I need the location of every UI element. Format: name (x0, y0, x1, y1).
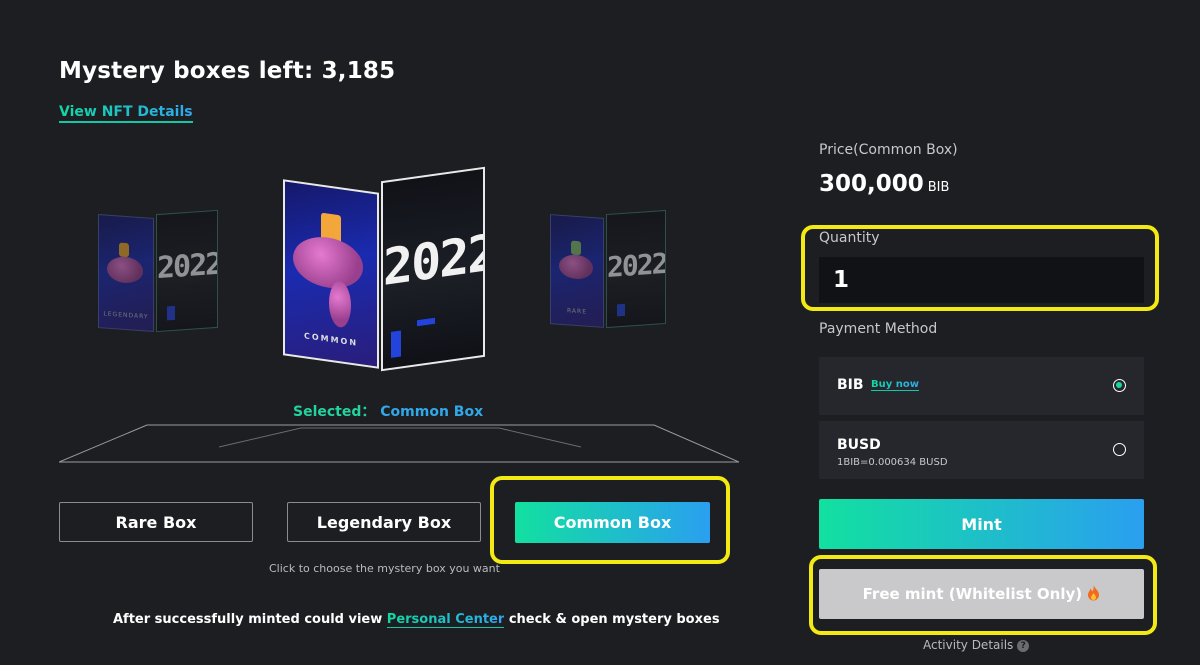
payment-option-bib[interactable]: BIB Buy now (819, 357, 1144, 415)
price-value: 300,000 (819, 171, 924, 197)
view-nft-details-link[interactable]: View NFT Details (59, 104, 193, 123)
price-display: 300,000 BIB (819, 171, 949, 197)
activity-details-label: Activity Details (923, 638, 1014, 652)
page-title: Mystery boxes left: 3,185 (59, 58, 396, 84)
price-unit: BIB (927, 180, 950, 195)
rare-box-year: 2022 (607, 246, 666, 285)
footer-prefix: After successfully minted could view (113, 612, 387, 627)
common-box-year: 2022 (383, 223, 485, 298)
radio-bib[interactable] (1113, 379, 1126, 392)
common-box-image[interactable]: COMMON 2022 (283, 166, 485, 372)
payment-method-label: Payment Method (819, 321, 938, 337)
legendary-box-caption: LEGENDARY (103, 310, 149, 321)
common-box-caption: COMMON (303, 331, 359, 348)
choose-box-hint: Click to choose the mystery box you want (269, 562, 500, 575)
question-icon: ? (1017, 639, 1030, 652)
buy-now-link[interactable]: Buy now (871, 379, 919, 391)
footer-note: After successfully minted could view Per… (113, 612, 720, 628)
mint-button[interactable]: Mint (819, 499, 1144, 549)
box-platform-outline (59, 424, 739, 463)
busd-rate: 1BIB=0.000634 BUSD (837, 457, 948, 468)
selected-value: Common Box (380, 404, 484, 420)
radio-busd[interactable] (1113, 443, 1126, 456)
personal-center-link[interactable]: Personal Center (386, 612, 505, 628)
highlight-free-mint (809, 555, 1157, 635)
payment-option-busd[interactable]: BUSD 1BIB=0.000634 BUSD (819, 421, 1144, 479)
price-label: Price(Common Box) (819, 142, 958, 158)
footer-suffix: check & open mystery boxes (504, 612, 720, 627)
rare-box-button[interactable]: Rare Box (59, 502, 253, 542)
highlight-common-box (490, 476, 730, 564)
payment-name-busd: BUSD (837, 437, 881, 453)
rare-box-caption: RARE (567, 307, 587, 316)
activity-details-link[interactable]: Activity Details? (923, 638, 1030, 652)
highlight-quantity (801, 225, 1159, 311)
legendary-box-button[interactable]: Legendary Box (287, 502, 481, 542)
selected-box-text: Selected： Common Box (293, 401, 483, 421)
selected-label: Selected： (293, 404, 376, 420)
payment-name-bib: BIB (837, 377, 864, 393)
rare-box-image[interactable]: RARE 2022 (550, 209, 666, 330)
legendary-box-year: 2022 (157, 246, 218, 287)
legendary-box-image[interactable]: LEGENDARY 2022 (98, 208, 218, 333)
